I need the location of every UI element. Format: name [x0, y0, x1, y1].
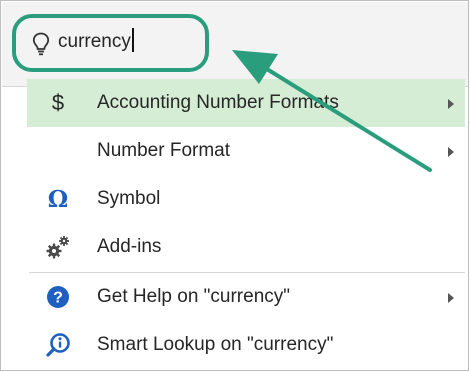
menu-item-add-ins[interactable]: Add-ins: [27, 223, 465, 271]
help-icon: ?: [41, 273, 75, 321]
menu-item-get-help[interactable]: ? Get Help on "currency": [27, 273, 465, 321]
gears-icon: [41, 223, 75, 271]
submenu-arrow-icon: [448, 99, 454, 109]
menu-item-label: Accounting Number Formats: [97, 92, 339, 113]
tell-me-dropdown: currency $ Accounting Number Formats Num…: [0, 0, 469, 371]
svg-text:?: ?: [53, 290, 63, 307]
menu-item-symbol[interactable]: Ω Symbol: [27, 175, 465, 223]
submenu-arrow-icon: [448, 293, 454, 303]
omega-icon: Ω: [47, 185, 69, 213]
menu-item-label: Symbol: [97, 188, 161, 209]
submenu-arrow-icon: [448, 147, 454, 157]
menu-item-label: Smart Lookup on "currency": [97, 334, 334, 355]
menu-item-smart-lookup[interactable]: Smart Lookup on "currency": [27, 321, 465, 369]
menu-item-label: Number Format: [97, 140, 231, 161]
search-highlight-annotation: [12, 14, 209, 72]
menu-item-label: Add-ins: [97, 236, 162, 257]
dollar-icon: $: [51, 90, 65, 115]
menu-item-accounting-number-formats[interactable]: $ Accounting Number Formats: [27, 79, 465, 127]
menu-item-number-format[interactable]: Number Format: [27, 127, 465, 175]
menu-item-label: Get Help on "currency": [97, 286, 291, 307]
smart-lookup-icon: [41, 321, 75, 369]
